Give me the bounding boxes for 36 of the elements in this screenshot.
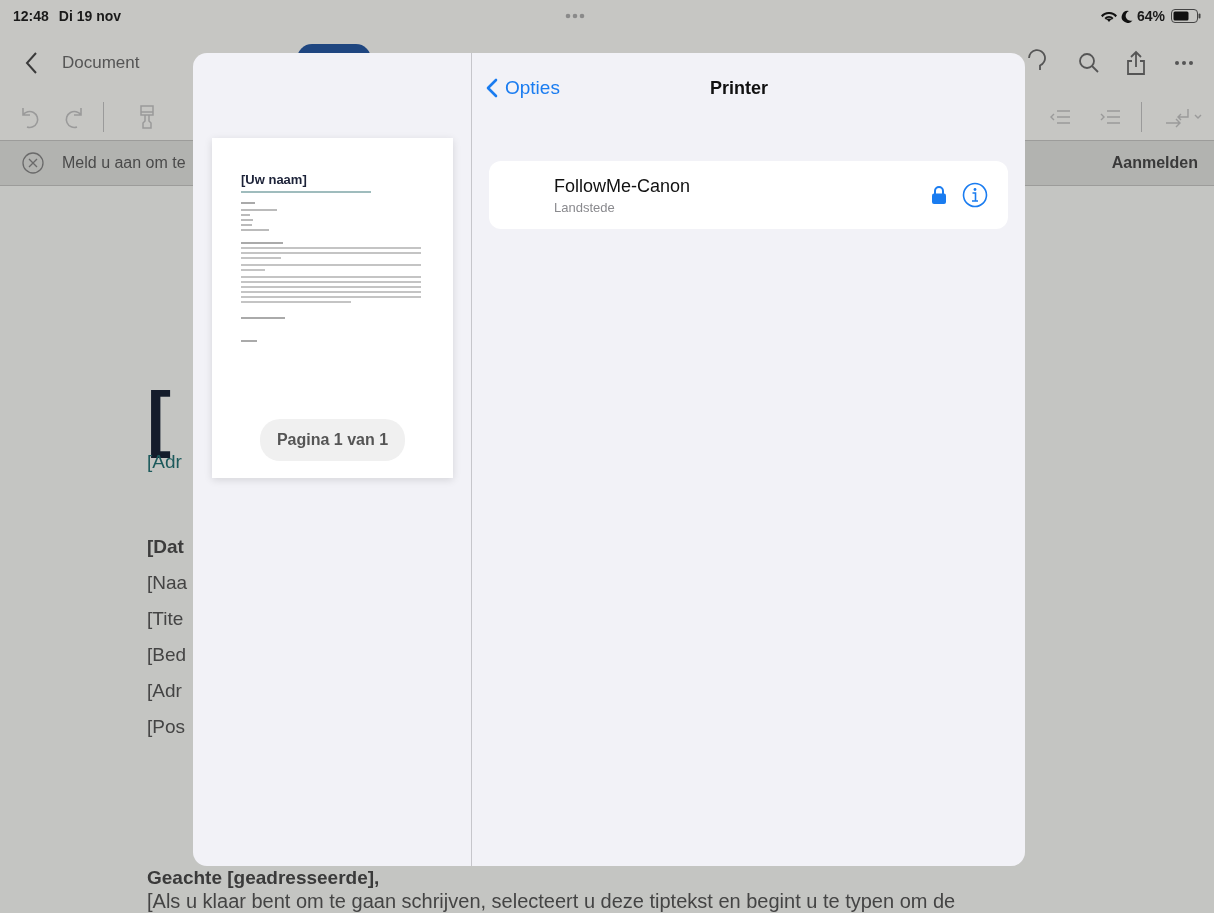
increase-indent-icon[interactable]	[1099, 109, 1121, 125]
moon-icon	[1120, 9, 1133, 23]
back-button[interactable]: Opties	[486, 73, 560, 103]
search-icon[interactable]	[1078, 52, 1100, 74]
document-title[interactable]: Document	[62, 50, 140, 76]
multitasking-dots-icon[interactable]	[565, 13, 586, 19]
dialog-title: Printer	[710, 76, 769, 100]
wifi-icon	[1099, 9, 1118, 23]
status-date: Di 19 nov	[58, 6, 122, 26]
printer-location: Landstede	[554, 199, 616, 216]
body-text: [Als u klaar bent om te gaan schrijven, selecteert u deze tiptekst en begint u te typen om de	[147, 890, 956, 912]
preview-title: [Uw naam]	[241, 172, 308, 187]
address-line: [Bed	[147, 644, 187, 665]
status-time: 12:48	[13, 6, 49, 26]
share-icon[interactable]	[1125, 50, 1147, 76]
back-chevron-icon[interactable]	[24, 51, 38, 75]
sign-in-button[interactable]: Aanmelden	[1111, 151, 1198, 175]
battery-percentage: 64%	[1136, 6, 1165, 26]
more-icon[interactable]	[1174, 60, 1194, 66]
sign-in-message: Meld u aan om te	[62, 153, 186, 173]
printer-row[interactable]: FollowMe-Canon Landstede	[489, 161, 1008, 229]
info-icon[interactable]	[962, 182, 988, 208]
address-line: [Pos	[147, 716, 186, 737]
preview-page[interactable]: [Uw naam] Pagina 1 van 1	[212, 138, 453, 478]
date-heading: [Dat	[147, 536, 184, 557]
battery-icon	[1171, 9, 1201, 23]
page-indicator: Pagina 1 van 1	[259, 419, 406, 461]
printer-name: FollowMe-Canon	[554, 174, 692, 197]
decrease-indent-icon[interactable]	[1049, 109, 1071, 125]
address-line: [Adr	[147, 680, 182, 701]
close-icon[interactable]	[22, 152, 44, 174]
greeting-line: Geachte [geadresseerde],	[147, 867, 380, 888]
address-line: [Tite	[147, 608, 184, 629]
back-chevron-icon	[486, 78, 498, 98]
address-line: [Naa	[147, 572, 188, 593]
paintbrush-icon[interactable]	[139, 104, 155, 130]
